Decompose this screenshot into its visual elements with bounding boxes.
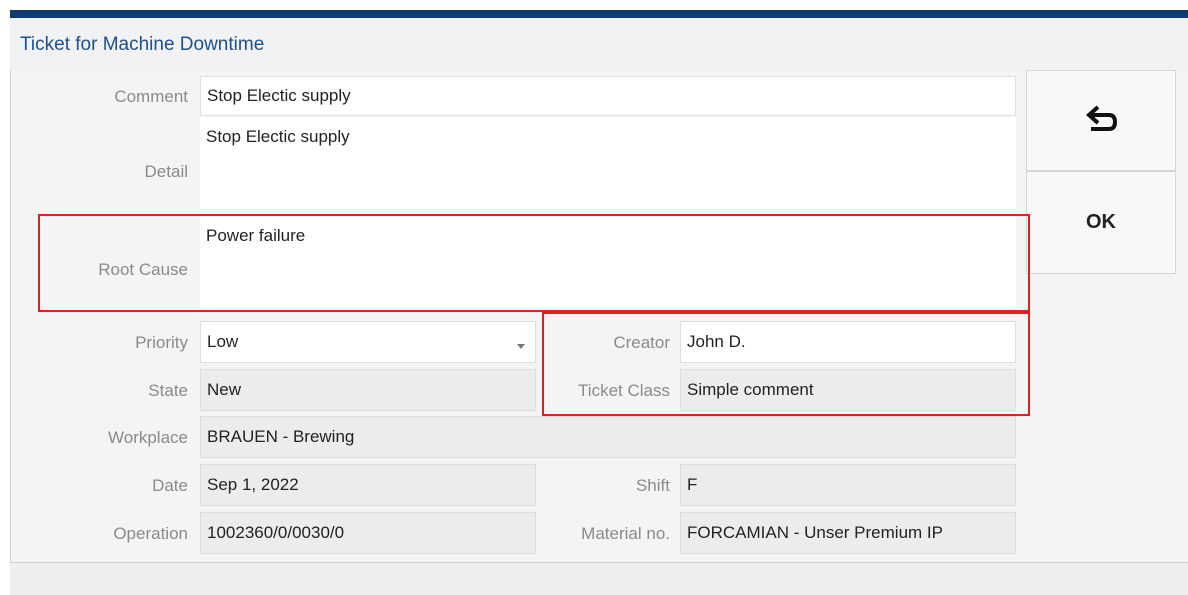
workplace-label: Workplace bbox=[108, 428, 188, 447]
ticket-class-label: Ticket Class bbox=[578, 381, 670, 400]
date-label: Date bbox=[152, 476, 188, 495]
operation-field: 1002360/0/0030/0 bbox=[200, 512, 536, 554]
chevron-down-icon bbox=[517, 344, 525, 349]
undo-arrow-icon bbox=[1085, 105, 1118, 131]
root-cause-label: Root Cause bbox=[98, 260, 188, 279]
material-no-field: FORCAMIAN - Unser Premium IP bbox=[680, 512, 1016, 554]
root-cause-textarea[interactable]: Power failure bbox=[200, 216, 1016, 308]
ok-button[interactable]: OK bbox=[1026, 171, 1176, 274]
back-button[interactable] bbox=[1026, 70, 1176, 171]
priority-value: Low bbox=[207, 332, 239, 351]
priority-label: Priority bbox=[135, 333, 188, 352]
creator-input[interactable]: John D. bbox=[680, 321, 1016, 363]
ticket-class-field: Simple comment bbox=[680, 369, 1016, 411]
comment-label: Comment bbox=[114, 87, 188, 106]
detail-textarea[interactable]: Stop Electic supply bbox=[200, 117, 1016, 209]
date-field: Sep 1, 2022 bbox=[200, 464, 536, 506]
shift-field: F bbox=[680, 464, 1016, 506]
shift-label: Shift bbox=[635, 476, 670, 495]
ok-button-label: OK bbox=[1086, 211, 1116, 233]
material-no-label: Material no. bbox=[581, 524, 670, 543]
detail-label: Detail bbox=[144, 162, 188, 181]
state-field: New bbox=[200, 369, 536, 411]
state-label: State bbox=[148, 381, 188, 400]
window-top-bar bbox=[10, 10, 1188, 18]
bottom-strip bbox=[10, 562, 1188, 595]
creator-label: Creator bbox=[613, 333, 670, 352]
operation-label: Operation bbox=[113, 524, 188, 543]
comment-input[interactable]: Stop Electic supply bbox=[200, 76, 1016, 116]
dialog-title: Ticket for Machine Downtime bbox=[20, 34, 265, 55]
workplace-field: BRAUEN - Brewing bbox=[200, 416, 1016, 458]
priority-select[interactable]: Low bbox=[200, 321, 536, 363]
